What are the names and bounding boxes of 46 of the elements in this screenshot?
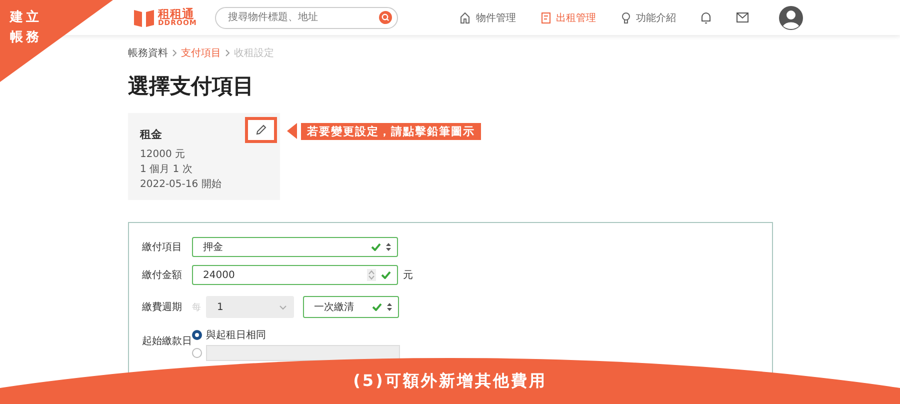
cycle-select[interactable]: 一次繳清 (303, 296, 399, 318)
pointer-icon (287, 123, 297, 139)
book-icon (133, 8, 155, 28)
search-field[interactable]: 搜尋物件標題、地址 (215, 6, 398, 28)
pencil-icon (255, 124, 267, 136)
sort-arrows-icon (387, 303, 392, 311)
field-label: 繳付金額 (142, 268, 183, 282)
nav-link[interactable]: 出租管理 (540, 10, 596, 24)
callout-label: 若要變更設定，請點擊鉛筆圖示 (301, 123, 481, 140)
chevron-icon (172, 49, 177, 57)
card-detail: 1 個月 1 次 (140, 163, 194, 177)
breadcrumb-link[interactable]: 支付項目 (181, 46, 221, 60)
logo-name: 租租通 (158, 8, 194, 20)
lightbulb-icon (620, 12, 632, 24)
card-title: 租金 (140, 127, 162, 142)
checkmark-icon (372, 303, 382, 311)
corner-label: 建立 帳務 (10, 8, 42, 47)
avatar-icon[interactable] (779, 6, 803, 30)
house-icon (460, 12, 472, 24)
bell-icon[interactable] (700, 11, 712, 24)
search-icon (379, 11, 392, 24)
amount-field[interactable]: 24000 (192, 265, 398, 285)
banner-caption: (5)可額外新增其他費用 (352, 371, 548, 392)
mail-icon[interactable] (736, 12, 749, 23)
radio-button[interactable] (192, 330, 202, 340)
breadcrumb-link[interactable]: 帳務資料 (128, 46, 168, 60)
radio-label: 與起租日相同 (206, 328, 266, 342)
checkmark-icon (371, 243, 381, 251)
item-select[interactable]: 押金 (192, 237, 398, 257)
nav-link[interactable]: 物件管理 (460, 10, 516, 24)
radio-button[interactable] (192, 348, 202, 358)
chevron-down-icon (279, 304, 287, 310)
chevron-icon (225, 49, 230, 57)
field-label: 起始繳款日 (142, 334, 192, 348)
date-field[interactable] (206, 345, 400, 361)
checkmark-icon (381, 271, 391, 279)
edit-button[interactable] (245, 117, 277, 143)
sort-arrows-icon (386, 243, 391, 251)
document-icon (540, 12, 552, 24)
field-label: 繳費週期 (142, 300, 183, 314)
unit-label: 元 (403, 269, 413, 282)
nav-link[interactable]: 功能介紹 (620, 10, 676, 24)
card-detail: 12000 元 (140, 148, 186, 162)
card-detail: 2022-05-16 開始 (140, 178, 222, 192)
page-title: 選擇支付項目 (128, 73, 255, 100)
field-label: 繳付項目 (142, 241, 183, 254)
